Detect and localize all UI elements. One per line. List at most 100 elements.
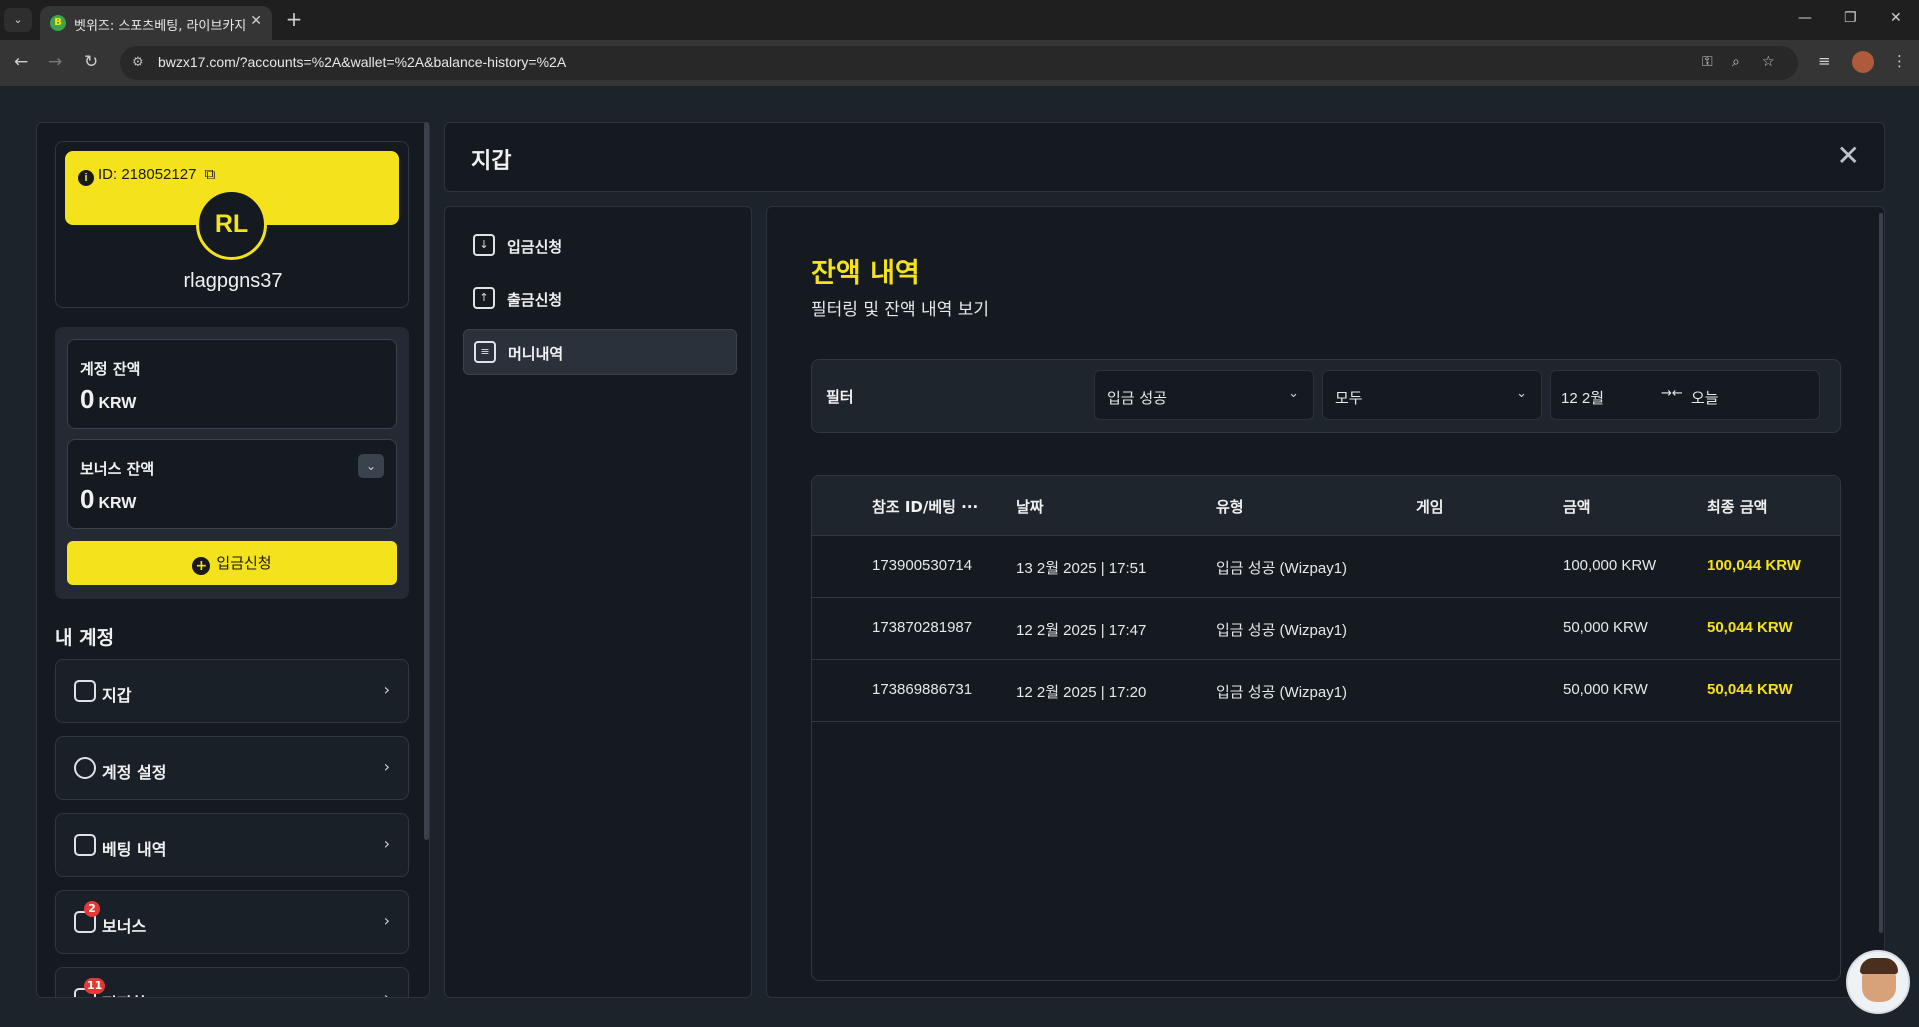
sidebar-scrollbar[interactable] [424, 122, 429, 840]
wallet-nav-money-history[interactable]: ≡ 머니내역 [463, 329, 737, 375]
media-list-icon[interactable]: ≡ [1818, 52, 1831, 70]
browser-menu-icon[interactable]: ⋮ [1892, 52, 1907, 70]
account-sidebar: i ID: 218052127 ⧉ RL rlagpgns37 계정 잔액 0 KR… [36, 122, 430, 998]
tab-close-icon[interactable]: ✕ [250, 13, 262, 29]
wallet-nav-deposit[interactable]: ↓ 입금신청 [463, 223, 737, 269]
minimize-icon[interactable]: — [1798, 10, 1812, 26]
bookmark-star-icon[interactable]: ☆ [1762, 54, 1775, 70]
menu-item-label: 편지함 [102, 990, 146, 997]
chevron-right-icon: › [383, 680, 390, 699]
table-row[interactable]: 173869886731 12 2월 2025 | 17:20 입금 성공 (W… [812, 660, 1840, 722]
col-type[interactable]: 유형 [1216, 496, 1244, 517]
table-row[interactable]: 173900530714 13 2월 2025 | 17:51 입금 성공 (W… [812, 536, 1840, 598]
my-account-title: 내 계정 [55, 627, 115, 649]
cell-type: 입금 성공 (Wizpay1) [1216, 684, 1348, 701]
menu-item-bonus[interactable]: 2 보너스 › [55, 890, 409, 954]
restore-icon[interactable]: ❐ [1844, 10, 1857, 26]
user-id: i ID: 218052127 ⧉ [78, 166, 215, 186]
chevron-right-icon: › [383, 911, 390, 930]
menu-item-account-settings[interactable]: 계정 설정 › [55, 736, 409, 800]
account-balance-card: 계정 잔액 0 KRW [67, 339, 397, 429]
site-favicon: B [50, 15, 66, 31]
menu-item-wallet[interactable]: 지갑 › [55, 659, 409, 723]
chevron-down-icon: ⌄ [1288, 386, 1299, 401]
account-balance-label: 계정 잔액 [80, 360, 141, 378]
browser-toolbar: ← → ↻ ⚙ bwzx17.com/?accounts=%2A&wallet=… [0, 40, 1919, 86]
wallet-header: 지갑 ✕ [444, 122, 1885, 192]
date-range-picker[interactable]: 12 2월 →← 오늘 [1550, 370, 1820, 420]
wallet-icon [74, 680, 96, 702]
address-bar[interactable]: ⚙ bwzx17.com/?accounts=%2A&wallet=%2A&ba… [120, 46, 1798, 80]
table-row[interactable]: 173870281987 12 2월 2025 | 17:47 입금 성공 (W… [812, 598, 1840, 660]
type-filter-select[interactable]: 입금 성공 ⌄ [1094, 370, 1314, 420]
user-id-text: ID: 218052127 [98, 166, 197, 183]
chevron-down-icon[interactable]: ⌄ [358, 454, 384, 478]
cell-ref: 173869886731 [872, 681, 973, 698]
wallet-nav-label: 출금신청 [507, 291, 563, 309]
profile-avatar-icon[interactable] [1852, 51, 1874, 73]
close-icon[interactable]: ✕ [1837, 139, 1860, 172]
account-balance-currency: KRW [98, 395, 137, 412]
cell-amount: 50,000 KRW [1563, 681, 1648, 698]
balance-section: 계정 잔액 0 KRW 보너스 잔액 ⌄ 0 KRW + 입금신청 [55, 327, 409, 599]
site-info-icon[interactable]: ⚙ [132, 55, 148, 71]
menu-item-inbox[interactable]: 11 편지함 › [55, 967, 409, 997]
window-close-icon[interactable]: ✕ [1890, 10, 1902, 26]
scope-filter-select[interactable]: 모두 ⌄ [1322, 370, 1542, 420]
chevron-right-icon: › [383, 757, 390, 776]
date-to[interactable]: 오늘 [1691, 387, 1719, 408]
wallet-nav-label: 머니내역 [508, 345, 564, 363]
bonus-balance-label: 보너스 잔액 [80, 460, 155, 478]
new-tab-plus-icon[interactable]: + [282, 8, 306, 32]
balance-history-panel: 잔액 내역 필터링 및 잔액 내역 보기 필터 입금 성공 ⌄ 모두 ⌄ 12 … [766, 206, 1885, 998]
cell-amount: 100,000 KRW [1563, 557, 1657, 574]
document-icon: ≡ [474, 341, 496, 363]
section-subtitle: 필터링 및 잔액 내역 보기 [811, 300, 990, 320]
page: i ID: 218052127 ⧉ RL rlagpgns37 계정 잔액 0 KR… [0, 86, 1919, 1027]
cell-final: 50,044 KRW [1707, 681, 1793, 698]
section-title: 잔액 내역 [811, 258, 920, 289]
browser-tab[interactable]: B 벳위즈: 스포츠베팅, 라이브카지 ✕ [40, 6, 272, 40]
forward-arrow-icon[interactable]: → [48, 52, 62, 72]
filter-label: 필터 [826, 388, 854, 406]
copy-icon[interactable]: ⧉ [205, 166, 216, 183]
cell-final: 50,044 KRW [1707, 619, 1793, 636]
content-scrollbar[interactable] [1879, 213, 1883, 933]
col-amount[interactable]: 금액 [1563, 496, 1591, 517]
bonus-count-badge: 2 [84, 901, 100, 917]
type-filter-value: 입금 성공 [1107, 389, 1167, 407]
wallet-nav-withdraw[interactable]: ↑ 출금신청 [463, 276, 737, 322]
plus-circle-icon: + [192, 557, 211, 575]
menu-item-bet-history[interactable]: 베팅 내역 › [55, 813, 409, 877]
date-range-arrows-icon: →← [1661, 386, 1683, 401]
upload-icon: ↑ [473, 287, 495, 309]
col-ref-id[interactable]: 참조 ID/베팅 ··· [872, 496, 978, 517]
profile-card: i ID: 218052127 ⧉ RL rlagpgns37 [55, 141, 409, 308]
chevron-down-icon: ⌄ [1516, 386, 1527, 401]
tab-search-chevron-icon[interactable]: ⌄ [4, 8, 32, 32]
col-game[interactable]: 게임 [1416, 496, 1444, 517]
cell-amount: 50,000 KRW [1563, 619, 1648, 636]
table-header: 참조 ID/베팅 ··· 날짜 유형 게임 금액 최종 금액 [812, 476, 1840, 536]
back-arrow-icon[interactable]: ← [14, 52, 28, 72]
history-table: 참조 ID/베팅 ··· 날짜 유형 게임 금액 최종 금액 173900530… [811, 475, 1841, 981]
url-text[interactable]: bwzx17.com/?accounts=%2A&wallet=%2A&bala… [158, 54, 566, 70]
support-chat-avatar[interactable] [1846, 950, 1910, 1014]
avatar: RL [196, 189, 267, 260]
reload-icon[interactable]: ↻ [84, 52, 98, 72]
password-key-icon[interactable]: ⚿ [1702, 54, 1713, 70]
chevron-right-icon: › [383, 834, 390, 853]
bonus-balance-amount: 0 [80, 484, 95, 514]
deposit-button[interactable]: + 입금신청 [67, 541, 397, 585]
bonus-balance-card: 보너스 잔액 ⌄ 0 KRW [67, 439, 397, 529]
date-from[interactable]: 12 2월 [1561, 387, 1604, 408]
cell-type: 입금 성공 (Wizpay1) [1216, 560, 1348, 577]
menu-item-label: 보너스 [102, 917, 147, 936]
col-date[interactable]: 날짜 [1016, 496, 1044, 517]
wallet-nav-label: 입금신청 [507, 238, 563, 256]
col-final-amount[interactable]: 최종 금액 [1707, 496, 1767, 517]
cell-ref: 173900530714 [872, 557, 973, 574]
chat-avatar-hair [1860, 958, 1898, 974]
zoom-icon[interactable]: ⌕ [1732, 54, 1740, 70]
bonus-balance-value: 0 KRW [80, 484, 136, 515]
